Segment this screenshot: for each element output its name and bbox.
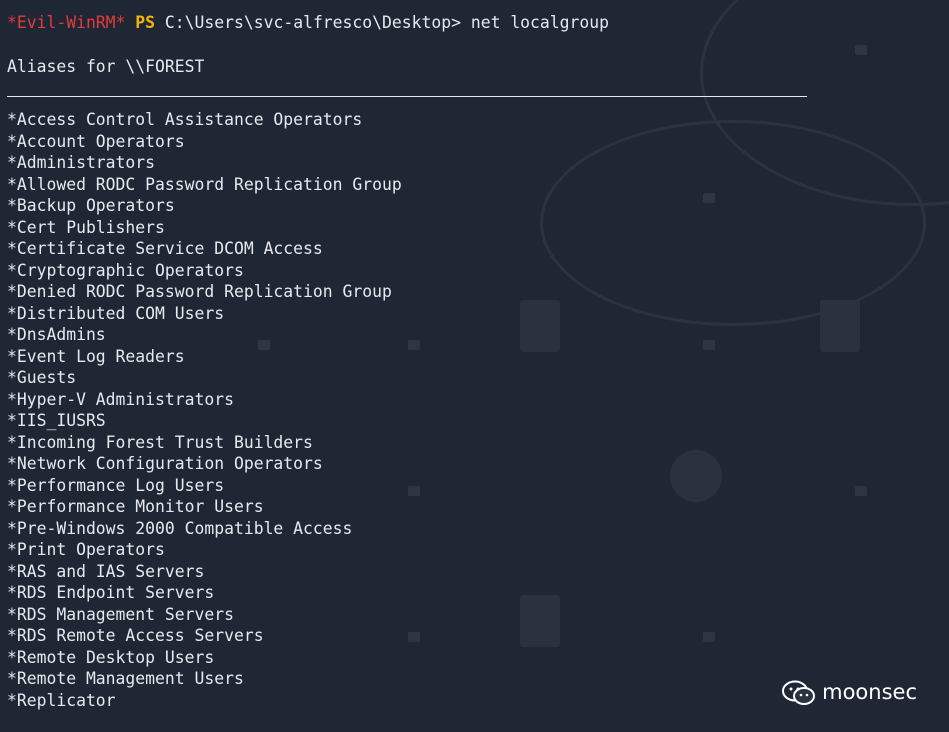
group-list-item: *RDS Endpoint Servers <box>7 583 215 602</box>
group-list-item: *Remote Desktop Users <box>7 647 215 667</box>
group-list-item: *Network Configuration Operators <box>7 454 323 473</box>
prompt-shell: PS <box>135 13 156 32</box>
group-list-item: *Account Operators <box>7 131 185 151</box>
group-list-item: *Guests <box>7 368 77 387</box>
group-list-item: *Hyper-V Administrators <box>7 389 234 409</box>
group-list-item: *Pre-Windows 2000 Compatible Access <box>7 518 353 538</box>
prompt-path: C:\Users\svc-alfresco\Desktop> <box>164 13 461 32</box>
group-list: *Access Control Assistance Operators *Acc… <box>7 109 949 711</box>
group-list-item: *Incoming Forest Trust Builders <box>7 432 313 452</box>
wechat-icon <box>782 680 816 705</box>
aliases-header: Aliases for \\FOREST <box>7 56 205 76</box>
group-list-item: *Event Log Readers <box>7 346 185 366</box>
group-list-item: *Administrators <box>7 153 156 172</box>
group-list-item: *Denied RODC Password Replication Group <box>7 282 392 301</box>
command-text: net localgroup <box>470 13 609 32</box>
group-list-item: *Cryptographic Operators <box>7 260 244 280</box>
group-list-item: *DnsAdmins <box>7 325 106 344</box>
terminal-window[interactable]: *Evil-WinRM* PS C:\Users\svc-alfresco\De… <box>0 0 949 732</box>
group-list-item: *Distributed COM Users <box>7 303 225 323</box>
prompt-line: *Evil-WinRM* PS C:\Users\svc-alfresco\De… <box>7 12 949 34</box>
group-list-item: *RDS Management Servers <box>7 604 234 624</box>
group-list-item: *Backup Operators <box>7 196 175 215</box>
watermark: moonsec <box>782 680 917 706</box>
group-list-item: *Performance Log Users <box>7 475 225 495</box>
group-list-item: *Performance Monitor Users <box>7 497 264 516</box>
terminal-output: *Evil-WinRM* PS C:\Users\svc-alfresco\De… <box>0 0 949 711</box>
group-list-item: *Certificate Service DCOM Access <box>7 239 323 258</box>
group-list-item: *Allowed RODC Password Replication Group <box>7 174 402 194</box>
watermark-text: moonsec <box>822 680 917 705</box>
prompt-tag: *Evil-WinRM* <box>7 13 126 32</box>
group-list-item: *Print Operators <box>7 540 165 559</box>
output-divider <box>7 96 807 97</box>
group-list-item: *Access Control Assistance Operators <box>7 110 363 129</box>
group-list-item: *IIS_IUSRS <box>7 411 106 430</box>
group-list-item: *RAS and IAS Servers <box>7 561 205 581</box>
group-list-item: *Cert Publishers <box>7 217 165 237</box>
group-list-item: *RDS Remote Access Servers <box>7 626 264 645</box>
